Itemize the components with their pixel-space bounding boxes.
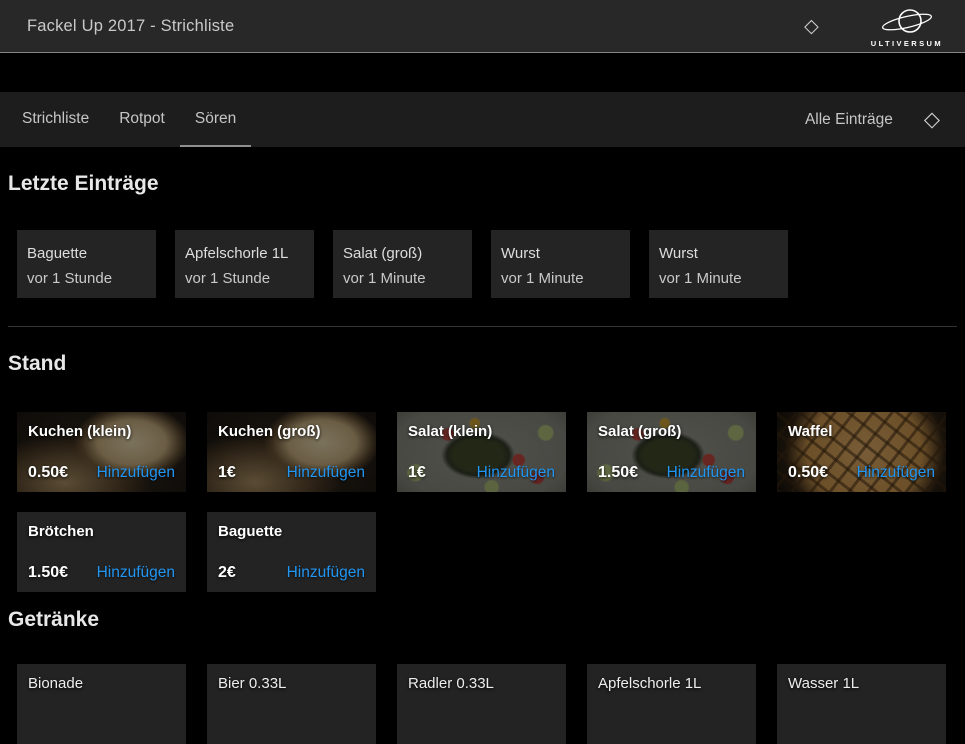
product-card-inner: Kuchen (klein) 0.50€ Hinzufügen: [17, 412, 186, 492]
add-button[interactable]: Hinzufügen: [97, 564, 175, 582]
product-price: 0.50€: [788, 464, 828, 482]
product-card-footer: 1.50€ Hinzufügen: [28, 564, 175, 582]
add-button[interactable]: Hinzufügen: [97, 464, 175, 482]
product-card: Salat (groß) 1.50€ Hinzufügen: [587, 412, 756, 492]
topbar-actions: ◇ ULTIVERSUM: [804, 4, 943, 48]
product-card-footer: 1€ Hinzufügen: [408, 464, 555, 482]
product-card-inner: Brötchen 1.50€ Hinzufügen: [17, 512, 186, 592]
product-price: 1€: [218, 464, 236, 482]
product-name: Brötchen: [28, 523, 175, 540]
recent-entry-card: Wurst vor 1 Minute: [491, 230, 630, 298]
product-card-inner: Wasser 1L: [777, 664, 946, 744]
add-button[interactable]: Hinzufügen: [477, 464, 555, 482]
product-name: Radler 0.33L: [408, 675, 555, 692]
section-divider: [8, 326, 957, 327]
recent-entries-row: Baguette vor 1 Stunde Apfelschorle 1L vo…: [17, 230, 957, 298]
diamond-icon[interactable]: ◇: [924, 109, 940, 130]
product-price: 1€: [408, 464, 426, 482]
nav-tab[interactable]: Strichliste: [7, 92, 104, 147]
recent-entry-card: Wurst vor 1 Minute: [649, 230, 788, 298]
product-name: Kuchen (klein): [28, 423, 175, 440]
product-card: Kuchen (klein) 0.50€ Hinzufügen: [17, 412, 186, 492]
main-content: Letzte Einträge Baguette vor 1 Stunde Ap…: [0, 171, 965, 744]
product-card-footer: 2€ Hinzufügen: [218, 564, 365, 582]
recent-entries-heading: Letzte Einträge: [8, 171, 957, 197]
ultiversum-logo: ULTIVERSUM: [871, 6, 943, 48]
nav-tab[interactable]: Sören: [180, 92, 251, 147]
product-card-inner: Salat (klein) 1€ Hinzufügen: [397, 412, 566, 492]
logo-text: ULTIVERSUM: [871, 39, 943, 48]
product-name: Waffel: [788, 423, 935, 440]
app-title: Fackel Up 2017 - Strichliste: [27, 17, 234, 36]
topbar: Fackel Up 2017 - Strichliste ◇ ULTIVERSU…: [0, 0, 965, 53]
navbar: Strichliste Rotpot Sören Alle Einträge ◇: [0, 92, 965, 147]
product-name: Salat (groß): [598, 423, 745, 440]
product-card: Baguette 2€ Hinzufügen: [207, 512, 376, 592]
recent-entry-name: Salat (groß): [343, 241, 462, 266]
recent-entry-name: Apfelschorle 1L: [185, 241, 304, 266]
drinks-product-grid: Bionade Bier 0.33L Radler 0.33L Apfelsch…: [17, 664, 965, 744]
product-card-inner: Kuchen (groß) 1€ Hinzufügen: [207, 412, 376, 492]
product-card-footer: 0.50€ Hinzufügen: [788, 464, 935, 482]
nav-tab[interactable]: Rotpot: [104, 92, 180, 147]
product-card-inner: Salat (groß) 1.50€ Hinzufügen: [587, 412, 756, 492]
stand-heading: Stand: [8, 351, 957, 377]
product-price: 1.50€: [598, 464, 638, 482]
product-card: Wasser 1L: [777, 664, 946, 744]
product-card-inner: Radler 0.33L: [397, 664, 566, 744]
add-button[interactable]: Hinzufügen: [857, 464, 935, 482]
product-name: Bionade: [28, 675, 175, 692]
product-card: Radler 0.33L: [397, 664, 566, 744]
recent-entry-name: Wurst: [501, 241, 620, 266]
product-card-inner: Apfelschorle 1L: [587, 664, 756, 744]
drinks-heading: Getränke: [8, 607, 957, 633]
product-card-footer: 0.50€ Hinzufügen: [28, 464, 175, 482]
tab-list: Strichliste Rotpot Sören: [7, 92, 251, 147]
recent-entry-time: vor 1 Stunde: [185, 266, 304, 291]
recent-entry-card: Baguette vor 1 Stunde: [17, 230, 156, 298]
product-card-inner: Bionade: [17, 664, 186, 744]
recent-entry-card: Salat (groß) vor 1 Minute: [333, 230, 472, 298]
recent-entry-time: vor 1 Minute: [501, 266, 620, 291]
product-price: 2€: [218, 564, 236, 582]
product-name: Baguette: [218, 523, 365, 540]
recent-entry-time: vor 1 Minute: [659, 266, 778, 291]
product-card: Bier 0.33L: [207, 664, 376, 744]
planet-logo-icon: [876, 6, 938, 40]
add-button[interactable]: Hinzufügen: [287, 464, 365, 482]
product-card-footer: 1.50€ Hinzufügen: [598, 464, 745, 482]
product-price: 0.50€: [28, 464, 68, 482]
product-name: Salat (klein): [408, 423, 555, 440]
navbar-right: Alle Einträge ◇: [805, 92, 940, 147]
diamond-icon[interactable]: ◇: [804, 17, 819, 36]
product-card-inner: Baguette 2€ Hinzufügen: [207, 512, 376, 592]
product-name: Wasser 1L: [788, 675, 935, 692]
product-card: Apfelschorle 1L: [587, 664, 756, 744]
product-card: Salat (klein) 1€ Hinzufügen: [397, 412, 566, 492]
product-name: Apfelschorle 1L: [598, 675, 745, 692]
product-card-inner: Waffel 0.50€ Hinzufügen: [777, 412, 946, 492]
recent-entry-name: Baguette: [27, 241, 146, 266]
add-button[interactable]: Hinzufügen: [287, 564, 365, 582]
recent-entry-time: vor 1 Stunde: [27, 266, 146, 291]
product-card: Brötchen 1.50€ Hinzufügen: [17, 512, 186, 592]
product-name: Kuchen (groß): [218, 423, 365, 440]
stand-product-grid: Kuchen (klein) 0.50€ Hinzufügen Kuchen (…: [17, 412, 965, 592]
product-price: 1.50€: [28, 564, 68, 582]
product-card: Kuchen (groß) 1€ Hinzufügen: [207, 412, 376, 492]
add-button[interactable]: Hinzufügen: [667, 464, 745, 482]
product-name: Bier 0.33L: [218, 675, 365, 692]
product-card-inner: Bier 0.33L: [207, 664, 376, 744]
product-card: Bionade: [17, 664, 186, 744]
product-card: Waffel 0.50€ Hinzufügen: [777, 412, 946, 492]
recent-entry-name: Wurst: [659, 241, 778, 266]
recent-entry-time: vor 1 Minute: [343, 266, 462, 291]
recent-entry-card: Apfelschorle 1L vor 1 Stunde: [175, 230, 314, 298]
all-entries-link[interactable]: Alle Einträge: [805, 111, 893, 129]
product-card-footer: 1€ Hinzufügen: [218, 464, 365, 482]
